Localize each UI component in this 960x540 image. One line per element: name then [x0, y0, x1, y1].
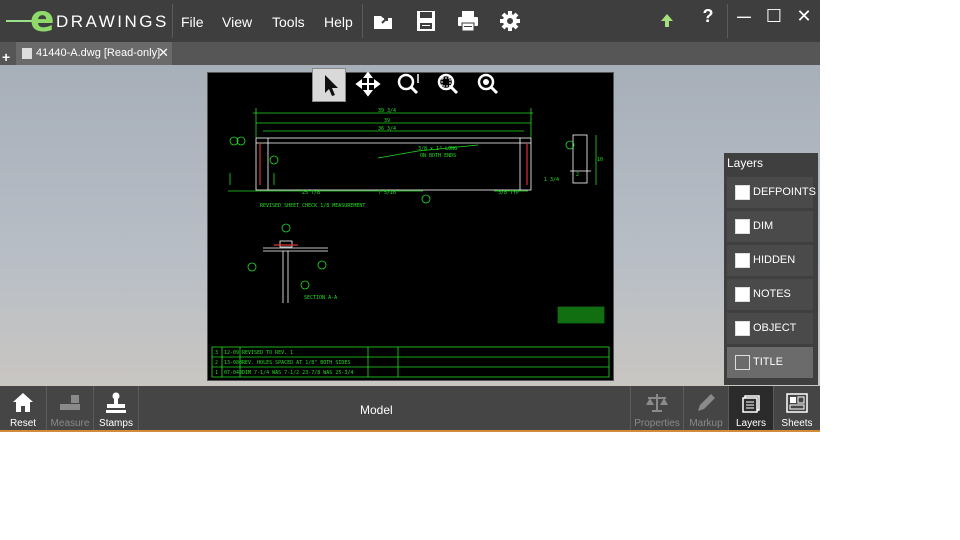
zoom-area-icon[interactable]: [432, 68, 464, 100]
svg-text:10: 10: [597, 157, 603, 163]
svg-text:13-080: 13-080: [224, 360, 242, 366]
layers-icon: [742, 395, 760, 413]
layer-name: OBJECT: [753, 322, 797, 334]
sheets-icon: [786, 393, 808, 413]
cad-drawing: 39 3/4 39 36 3/4 25 7/8 7 5/16 3/8 TYP 3…: [211, 108, 610, 378]
layer-checkbox[interactable]: [735, 253, 750, 268]
scale-icon: [646, 394, 668, 412]
background-strip: [0, 430, 820, 432]
svg-text:REVISED TO REV. 1: REVISED TO REV. 1: [242, 350, 293, 356]
svg-text:25 7/8: 25 7/8: [302, 190, 320, 196]
layer-item-hidden[interactable]: HIDDEN: [727, 245, 813, 276]
layer-item-title[interactable]: TITLE: [727, 347, 813, 378]
document-tab-bar: + 41440-A.dwg [Read-only] ✕: [0, 42, 820, 65]
layer-item-dim[interactable]: DIM: [727, 211, 813, 242]
svg-text:12-09: 12-09: [224, 350, 239, 356]
layer-checkbox[interactable]: [735, 355, 750, 370]
markup-button[interactable]: Markup: [684, 386, 728, 432]
print-icon[interactable]: [456, 9, 480, 33]
svg-text:SECTION A-A: SECTION A-A: [304, 295, 337, 301]
layer-checkbox[interactable]: [735, 219, 750, 234]
pan-icon[interactable]: [352, 68, 384, 100]
pencil-icon: [698, 394, 715, 411]
svg-text:REV. HOLES SPACED AT 1/8" BOTH: REV. HOLES SPACED AT 1/8" BOTH SIDES: [242, 360, 350, 366]
layer-item-object[interactable]: OBJECT: [727, 313, 813, 344]
layer-name: HIDDEN: [753, 254, 796, 266]
document-tab[interactable]: 41440-A.dwg [Read-only] ✕: [16, 42, 172, 65]
home-icon: [13, 393, 33, 412]
document-icon: [22, 48, 32, 59]
stamp-icon: [106, 392, 126, 413]
svg-text:3/8 TYP: 3/8 TYP: [498, 190, 519, 196]
svg-text:39: 39: [384, 118, 390, 124]
model-label[interactable]: Model: [360, 403, 393, 417]
svg-text:1 3/4: 1 3/4: [544, 177, 559, 183]
layer-name: DEFPOINTS: [753, 186, 816, 198]
edrawings-logo: e DRAWINGS: [6, 0, 166, 40]
drawing-sheet[interactable]: 39 3/4 39 36 3/4 25 7/8 7 5/16 3/8 TYP 3…: [207, 72, 614, 381]
layer-name: TITLE: [753, 356, 783, 368]
select-icon[interactable]: [312, 68, 346, 102]
sheets-button[interactable]: Sheets: [774, 386, 820, 432]
close-tab-button[interactable]: ✕: [158, 45, 169, 61]
svg-text:3/8 x 1" LONG: 3/8 x 1" LONG: [418, 146, 457, 152]
svg-text:36 3/4: 36 3/4: [378, 126, 396, 132]
minimize-button[interactable]: —: [731, 5, 757, 27]
menu-tools[interactable]: Tools: [272, 14, 305, 30]
svg-text:ON BOTH ENDS: ON BOTH ENDS: [420, 153, 456, 159]
open-icon[interactable]: [372, 9, 396, 33]
settings-icon[interactable]: [498, 9, 522, 33]
close-button[interactable]: ✕: [791, 5, 817, 27]
svg-text:39 3/4: 39 3/4: [378, 108, 396, 114]
zoom-icon[interactable]: [392, 68, 424, 100]
svg-text:REVISED SHEET CHECK 1/8 MEASUR: REVISED SHEET CHECK 1/8 MEASUREMENT: [260, 203, 365, 209]
layer-name: DIM: [753, 220, 774, 232]
help-button[interactable]: ?: [695, 5, 721, 27]
properties-button[interactable]: Properties: [631, 386, 683, 432]
menu-file[interactable]: File: [181, 14, 204, 30]
svg-text:2: 2: [215, 360, 218, 366]
model-viewport[interactable]: 39 3/4 39 36 3/4 25 7/8 7 5/16 3/8 TYP 3…: [0, 65, 820, 386]
bottom-toolbar: Reset Measure Stamps Model Properties Ma…: [0, 386, 820, 432]
layers-panel-title: Layers: [727, 156, 764, 170]
layers-button[interactable]: Layers: [729, 386, 773, 432]
save-icon[interactable]: [414, 9, 438, 33]
layer-checkbox[interactable]: [735, 185, 750, 200]
svg-text:2: 2: [576, 172, 579, 178]
title-bar: e DRAWINGS File View Tools Help ? — ☐ ✕: [0, 0, 820, 42]
svg-text:7 5/16: 7 5/16: [378, 190, 396, 196]
add-tab-button[interactable]: +: [2, 49, 10, 65]
upload-icon[interactable]: [655, 9, 679, 33]
stamps-button[interactable]: Stamps: [94, 386, 138, 432]
maximize-button[interactable]: ☐: [761, 5, 787, 27]
layer-item-notes[interactable]: NOTES: [727, 279, 813, 310]
layer-name: NOTES: [753, 288, 791, 300]
layer-checkbox[interactable]: [735, 321, 750, 336]
menu-view[interactable]: View: [222, 14, 252, 30]
svg-text:1: 1: [215, 370, 218, 376]
svg-text:DIM 7-1/4 WAS 7-1/2 23-7/8 WA: DIM 7-1/4 WAS 7-1/2 23-7/8 WAS 25-3/4: [242, 370, 353, 376]
layer-checkbox[interactable]: [735, 287, 750, 302]
zoom-fit-icon[interactable]: [472, 68, 504, 100]
measure-icon: [60, 395, 80, 410]
layer-item-defpoints[interactable]: DEFPOINTS: [727, 177, 816, 208]
measure-button[interactable]: Measure: [47, 386, 93, 432]
document-tab-title: 41440-A.dwg [Read-only]: [36, 47, 161, 59]
reset-button[interactable]: Reset: [0, 386, 46, 432]
svg-text:07-048: 07-048: [224, 370, 242, 376]
layers-panel: Layers DEFPOINTS DIM HIDDEN NOTES OBJECT: [724, 153, 818, 385]
edrawings-window: e DRAWINGS File View Tools Help ? — ☐ ✕ …: [0, 0, 820, 432]
svg-text:3: 3: [215, 350, 218, 356]
menu-help[interactable]: Help: [324, 14, 353, 30]
